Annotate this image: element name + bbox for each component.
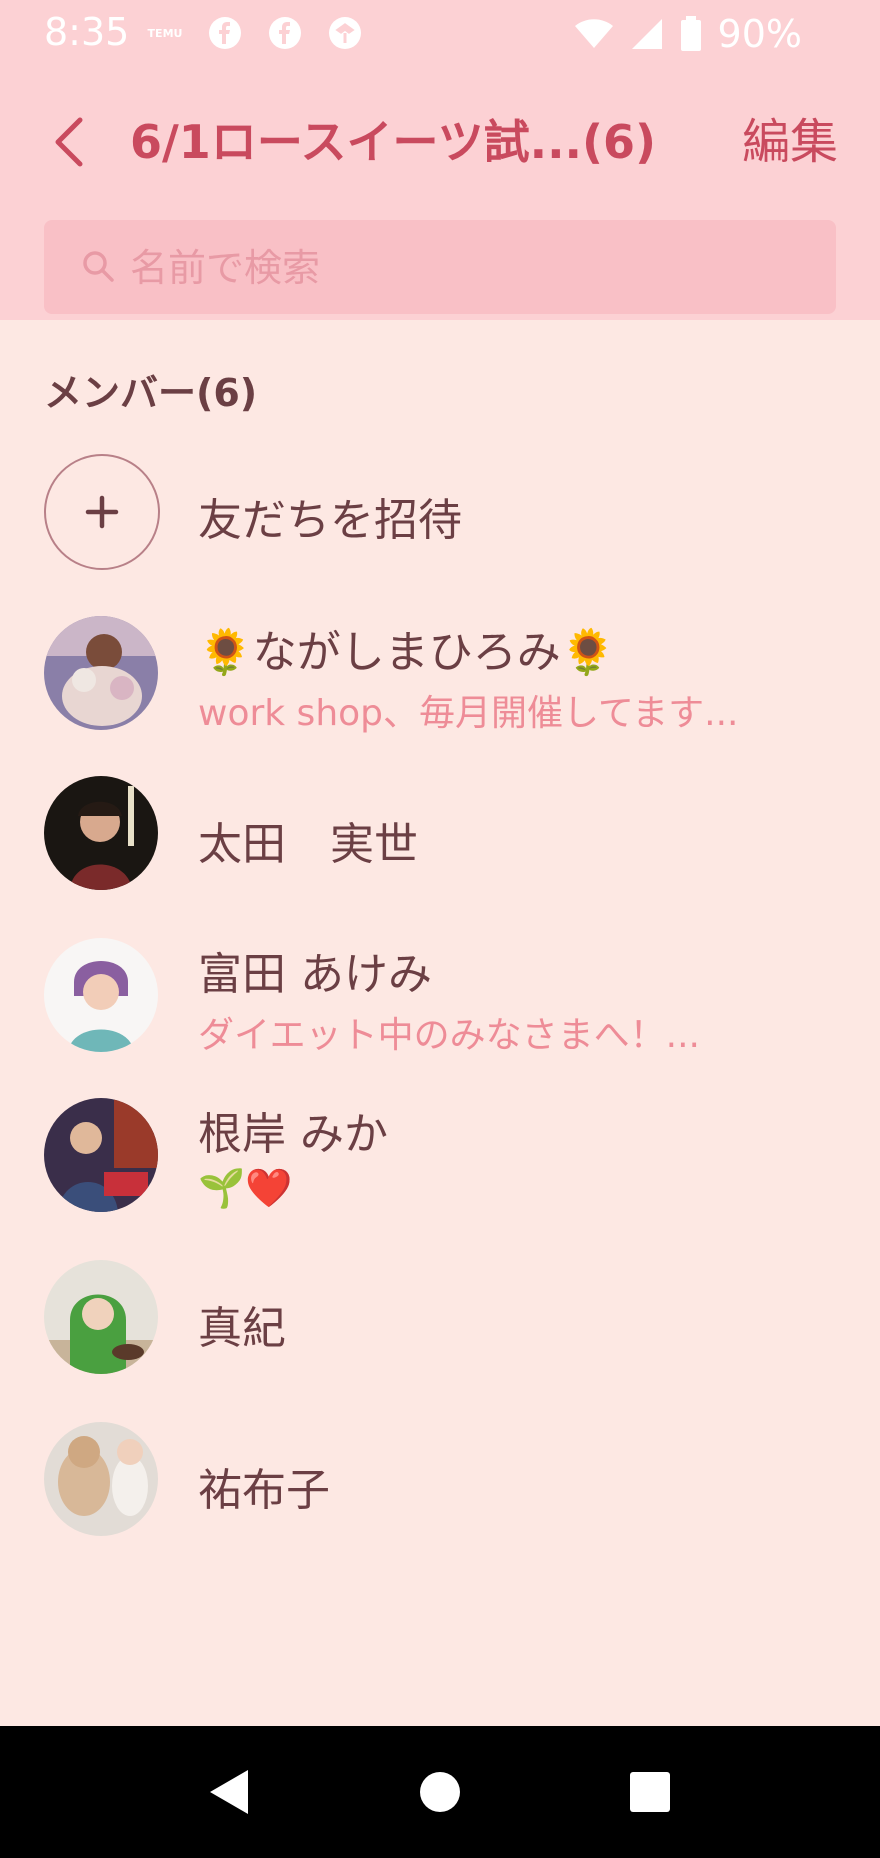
add-icon (44, 454, 160, 570)
member-name: 真紀 (198, 1303, 286, 1354)
invite-friends-label: 友だちを招待 (198, 495, 462, 546)
battery-icon (680, 16, 701, 51)
triangle-back-icon (210, 1770, 248, 1814)
battery-percent: 90% (717, 12, 802, 56)
member-name: 祐布子 (198, 1465, 330, 1516)
square-recents-icon (630, 1772, 670, 1812)
member-row[interactable]: 祐布子 (0, 1422, 880, 1552)
invite-friends-row[interactable]: 友だちを招待 (0, 454, 880, 584)
header: 6/1ロースイーツ試...(6) 編集 (0, 68, 880, 320)
member-name: 富田 あけみ (198, 949, 432, 1000)
status-time: 8:35 (44, 10, 130, 54)
member-name: 太田 実世 (198, 819, 418, 870)
nav-back-button[interactable] (202, 1766, 254, 1818)
status-bar: 8:35 TEMU 90% (0, 0, 880, 68)
facebook-icon (266, 14, 304, 52)
page-title: 6/1ロースイーツ試...(6) (130, 115, 657, 169)
search-icon (83, 251, 114, 282)
edit-button[interactable]: 編集 (742, 112, 838, 172)
notification-icons: TEMU (146, 14, 364, 52)
search-bar[interactable] (44, 220, 836, 316)
temu-icon: TEMU (147, 26, 183, 40)
avatar (44, 1260, 158, 1374)
member-status-message: 🌱❤️ (198, 1166, 293, 1210)
member-row[interactable]: 真紀 (0, 1260, 880, 1390)
nav-home-button[interactable] (414, 1766, 466, 1818)
member-row[interactable]: 太田 実世 (0, 776, 880, 906)
back-button[interactable] (44, 112, 92, 172)
search-input[interactable] (128, 220, 812, 316)
member-row[interactable]: 富田 あけみ ダイエット中のみなさまへ！... (0, 938, 880, 1068)
wifi-icon (574, 19, 613, 48)
nav-recents-button[interactable] (624, 1766, 676, 1818)
member-name: 🌻ながしまひろみ🌻 (198, 627, 616, 678)
avatar (44, 776, 158, 890)
system-nav-bar (0, 1726, 880, 1858)
avatar (44, 616, 158, 730)
members-section-title: メンバー(6) (44, 371, 258, 415)
member-status-message: work shop、毎月開催してます... (198, 693, 739, 734)
chevron-left-icon (55, 117, 83, 167)
app-notification-icon (326, 14, 364, 52)
facebook-icon (206, 14, 244, 52)
circle-home-icon (420, 1772, 460, 1812)
avatar (44, 1098, 158, 1212)
signal-icon (631, 19, 662, 49)
system-status: 90% (574, 12, 802, 56)
member-name: 根岸 みか (198, 1109, 388, 1160)
member-row[interactable]: 根岸 みか 🌱❤️ (0, 1098, 880, 1228)
member-status-message: ダイエット中のみなさまへ！... (198, 1015, 700, 1056)
avatar (44, 1422, 158, 1536)
avatar (44, 938, 158, 1052)
member-row[interactable]: 🌻ながしまひろみ🌻 work shop、毎月開催してます... (0, 616, 880, 746)
